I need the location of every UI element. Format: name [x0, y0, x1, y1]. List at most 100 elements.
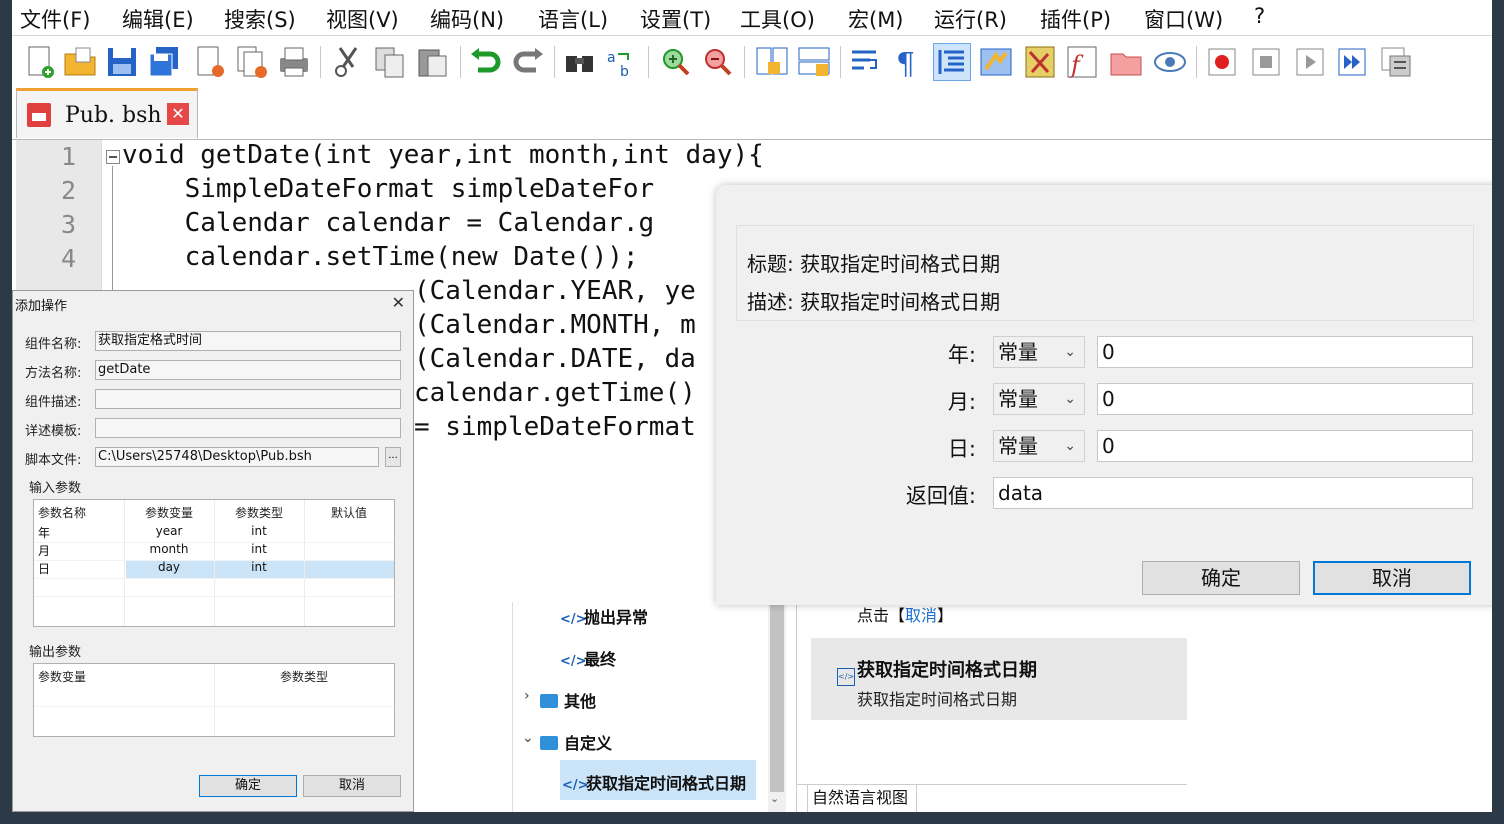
- sync-horizontal-icon[interactable]: [796, 44, 832, 80]
- document-map-icon[interactable]: [1022, 44, 1058, 80]
- save-all-icon[interactable]: [146, 44, 182, 80]
- component-desc-field[interactable]: [95, 389, 401, 409]
- cancel-link[interactable]: 取消: [905, 606, 937, 625]
- menu-language[interactable]: 语言(L): [538, 4, 608, 34]
- cut-icon[interactable]: [330, 44, 366, 80]
- method-name-field[interactable]: getDate: [95, 360, 401, 380]
- record-macro-icon[interactable]: [1204, 44, 1240, 80]
- card-description: 获取指定时间格式日期: [857, 690, 1018, 709]
- close-all-icon[interactable]: [234, 44, 270, 80]
- redo-icon[interactable]: [510, 44, 546, 80]
- tree-item-throw[interactable]: </>抛出异常: [560, 604, 648, 628]
- tree-item-finally[interactable]: </>最终: [560, 646, 616, 670]
- close-file-icon[interactable]: [192, 44, 228, 80]
- line-number: 4: [60, 244, 76, 273]
- user-language-icon[interactable]: [978, 44, 1014, 80]
- chevron-down-icon: ⌄: [1064, 391, 1076, 407]
- tree-item-custom[interactable]: 自定义: [540, 730, 612, 754]
- chevron-down-icon[interactable]: ⌄: [522, 730, 534, 746]
- indent-guide-icon[interactable]: [933, 43, 971, 81]
- menu-help[interactable]: ?: [1254, 4, 1265, 28]
- browse-button[interactable]: ...: [385, 447, 401, 467]
- return-value-input[interactable]: data: [993, 477, 1473, 509]
- cancel-button[interactable]: 取消: [1313, 561, 1471, 595]
- ok-button[interactable]: 确定: [1142, 561, 1300, 595]
- table-cell: 日: [38, 562, 51, 576]
- function-list-icon[interactable]: f: [1064, 44, 1100, 80]
- field-label-month: 月:: [947, 390, 976, 414]
- monitoring-icon[interactable]: [1152, 44, 1188, 80]
- save-macro-icon[interactable]: [1378, 44, 1414, 80]
- row-divider: [34, 596, 394, 597]
- detail-template-field[interactable]: [95, 418, 401, 438]
- year-mode-select[interactable]: 常量 ⌄: [993, 336, 1085, 368]
- month-value-input[interactable]: 0: [1097, 383, 1473, 415]
- toolbar-separator: [554, 46, 555, 78]
- code-line: = simpleDateFormat: [414, 412, 696, 442]
- panel-divider: [512, 602, 513, 812]
- toolbar-separator: [1196, 46, 1197, 78]
- toolbar-separator: [460, 46, 461, 78]
- open-file-icon[interactable]: [62, 44, 98, 80]
- operation-card[interactable]: </> 获取指定时间格式日期 获取指定时间格式日期: [811, 638, 1187, 720]
- menu-window[interactable]: 窗口(W): [1144, 4, 1223, 34]
- tree-item-get-date[interactable]: </>获取指定时间格式日期: [562, 770, 746, 794]
- hint-text: 点击【取消】: [857, 606, 954, 625]
- sync-vertical-icon[interactable]: [754, 44, 790, 80]
- replace-icon[interactable]: ab: [604, 44, 640, 80]
- paste-icon[interactable]: [414, 44, 450, 80]
- new-file-icon[interactable]: [22, 44, 58, 80]
- tab-natural-language-view[interactable]: 自然语言视图: [807, 784, 917, 812]
- undo-icon[interactable]: [468, 44, 504, 80]
- table-cell: month: [149, 542, 189, 556]
- menu-encoding[interactable]: 编码(N): [430, 4, 504, 34]
- close-icon[interactable]: ✕: [167, 103, 189, 125]
- play-macro-icon[interactable]: [1292, 44, 1328, 80]
- output-params-table[interactable]: 参数变量 参数类型: [33, 663, 395, 737]
- month-mode-select[interactable]: 常量 ⌄: [993, 383, 1085, 415]
- menu-plugins[interactable]: 插件(P): [1040, 4, 1111, 34]
- file-tab-bar: Pub. bsh ✕: [12, 86, 1492, 140]
- fold-toggle-icon[interactable]: [106, 150, 120, 164]
- file-tab-pub-bsh[interactable]: Pub. bsh ✕: [16, 88, 198, 138]
- zoom-out-icon[interactable]: [700, 44, 736, 80]
- menu-run[interactable]: 运行(R): [934, 4, 1007, 34]
- tree-item-other[interactable]: 其他: [540, 688, 596, 712]
- menu-macro[interactable]: 宏(M): [848, 4, 904, 34]
- menu-search[interactable]: 搜索(S): [224, 4, 296, 34]
- ok-button[interactable]: 确定: [199, 775, 297, 797]
- word-wrap-icon[interactable]: [848, 44, 884, 80]
- run-macro-multiple-icon[interactable]: [1334, 44, 1370, 80]
- year-value-input[interactable]: 0: [1097, 336, 1473, 368]
- day-value-input[interactable]: 0: [1097, 430, 1473, 462]
- menu-settings[interactable]: 设置(T): [640, 4, 711, 34]
- cancel-button[interactable]: 取消: [303, 775, 401, 797]
- table-cell: year: [155, 524, 183, 538]
- close-icon[interactable]: ✕: [392, 293, 405, 312]
- folder-workspace-icon[interactable]: [1108, 44, 1144, 80]
- menu-view[interactable]: 视图(V): [326, 4, 399, 34]
- menu-edit[interactable]: 编辑(E): [122, 4, 194, 34]
- print-icon[interactable]: [276, 44, 312, 80]
- copy-icon[interactable]: [372, 44, 408, 80]
- menu-bar: 文件(F) 编辑(E) 搜索(S) 视图(V) 编码(N) 语言(L) 设置(T…: [12, 0, 1492, 36]
- save-icon[interactable]: [104, 44, 140, 80]
- show-all-chars-icon[interactable]: ¶: [890, 44, 926, 80]
- zoom-in-icon[interactable]: [658, 44, 694, 80]
- toolbar-separator: [320, 46, 321, 78]
- component-name-field[interactable]: 获取指定格式时间: [95, 331, 401, 351]
- menu-file[interactable]: 文件(F): [20, 4, 90, 34]
- chevron-down-icon[interactable]: ⌄: [770, 792, 779, 805]
- script-file-field[interactable]: C:\Users\25748\Desktop\Pub.bsh: [95, 447, 379, 467]
- folder-icon: [540, 694, 558, 708]
- input-params-table[interactable]: 参数名称 参数变量 参数类型 默认值 年 year int 月 month in…: [33, 499, 395, 627]
- find-icon[interactable]: [562, 44, 598, 80]
- menu-tools[interactable]: 工具(O): [740, 4, 815, 34]
- component-desc-label: 组件描述:: [25, 395, 82, 410]
- chevron-right-icon[interactable]: ›: [524, 688, 530, 704]
- code-icon: </>: [560, 612, 587, 627]
- card-title: 获取指定时间格式日期: [857, 660, 1037, 681]
- day-mode-select[interactable]: 常量 ⌄: [993, 430, 1085, 462]
- stop-macro-icon[interactable]: [1248, 44, 1284, 80]
- scrollbar-thumb[interactable]: [770, 592, 784, 792]
